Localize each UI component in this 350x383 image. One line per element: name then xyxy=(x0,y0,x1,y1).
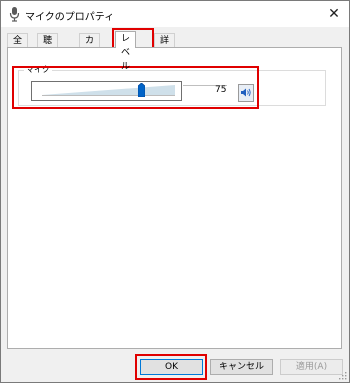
tab-general[interactable]: 全般 xyxy=(7,33,29,60)
ok-button[interactable]: OK xyxy=(140,359,203,375)
close-icon: ✕ xyxy=(328,6,340,22)
level-ramp xyxy=(42,85,175,96)
microphone-level-slider[interactable] xyxy=(31,81,182,101)
close-button[interactable]: ✕ xyxy=(319,1,349,27)
slider-thumb[interactable] xyxy=(138,83,146,97)
resize-grip-icon[interactable] xyxy=(339,372,347,380)
level-value: 75 xyxy=(215,85,227,95)
tab-levels[interactable]: レベル xyxy=(115,31,137,72)
microphone-level-label: マイク xyxy=(24,64,52,75)
tab-custom[interactable]: カスタム xyxy=(79,33,101,88)
microphone-icon xyxy=(9,6,21,22)
title-bar: マイクのプロパティ ✕ xyxy=(1,1,349,27)
window-title: マイクのプロパティ xyxy=(25,12,115,23)
cancel-button[interactable]: キャンセル xyxy=(210,359,273,375)
mute-button[interactable] xyxy=(238,84,254,102)
levels-panel: マイク 75 xyxy=(7,47,342,349)
tab-advanced[interactable]: 詳細 xyxy=(154,33,176,60)
properties-dialog: マイクのプロパティ ✕ 全般 聴く カスタム レベル 詳細 マイク 75 xyxy=(0,0,350,383)
apply-button[interactable]: 適用(A) xyxy=(280,359,343,375)
tab-listen[interactable]: 聴く xyxy=(37,33,59,60)
microphone-level-group: マイク 75 xyxy=(18,64,326,106)
speaker-icon xyxy=(241,88,251,97)
